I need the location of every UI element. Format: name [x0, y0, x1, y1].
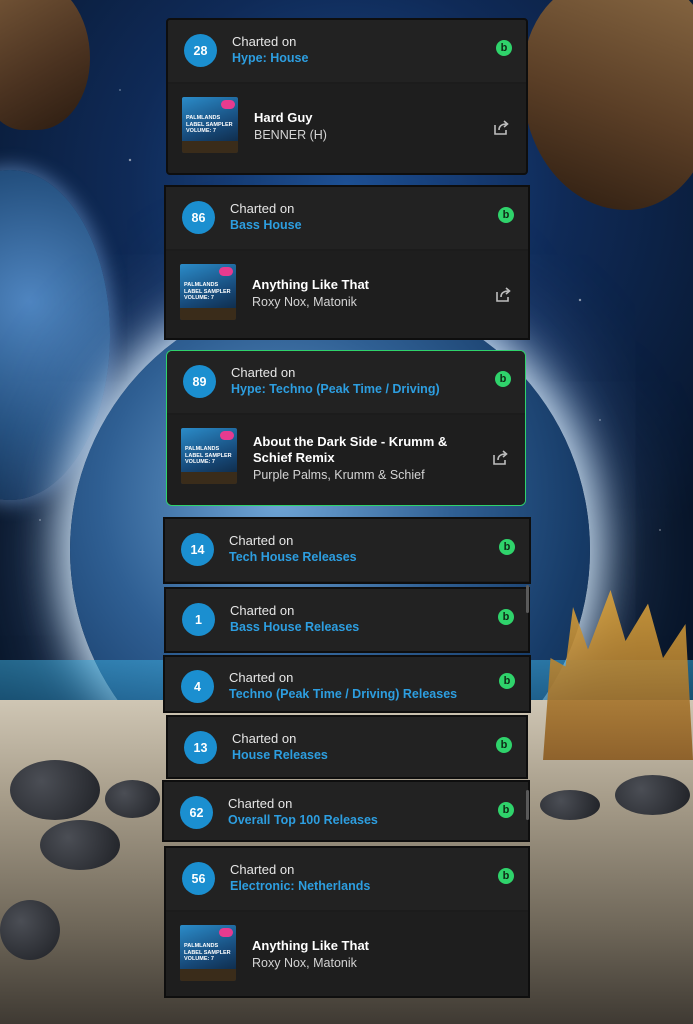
charted-on-label: Charted on	[229, 533, 294, 548]
track-artists[interactable]: BENNER (H)	[254, 128, 327, 142]
chart-card: 62 Charted on Overall Top 100 Releases b	[162, 780, 530, 842]
share-icon[interactable]	[491, 449, 509, 467]
rank-badge: 13	[184, 731, 217, 764]
beatport-icon[interactable]: b	[499, 673, 515, 689]
cover-art: PALMLANDS LABEL SAMPLER VOLUME: 7	[180, 925, 236, 981]
cover-art-strip	[181, 472, 237, 484]
chart-card: 13 Charted on House Releases b	[166, 715, 528, 779]
chart-card: 14 Charted on Tech House Releases b	[163, 517, 531, 584]
chart-name-link[interactable]: Bass House	[230, 218, 302, 232]
chart-row[interactable]: 4 Charted on Techno (Peak Time / Driving…	[165, 657, 529, 711]
cover-art-badge	[219, 928, 233, 937]
scrollbar[interactable]	[526, 585, 529, 613]
cover-art-text: PALMLANDS LABEL SAMPLER VOLUME: 7	[184, 943, 231, 962]
chart-entries-list: 28 Charted on Hype: House b PALMLANDS LA…	[0, 0, 693, 1024]
cover-art-badge	[220, 431, 234, 440]
track-artists[interactable]: Purple Palms, Krumm & Schief	[253, 468, 425, 482]
track-title[interactable]: Anything Like That	[252, 277, 452, 293]
track-title[interactable]: Anything Like That	[252, 938, 452, 954]
share-icon[interactable]	[492, 119, 510, 137]
scrollbar[interactable]	[526, 790, 529, 820]
track-title[interactable]: About the Dark Side - Krumm & Schief Rem…	[253, 434, 453, 466]
chart-name-link[interactable]: Techno (Peak Time / Driving) Releases	[229, 687, 457, 701]
track-row[interactable]: PALMLANDS LABEL SAMPLER VOLUME: 7 Hard G…	[168, 84, 526, 173]
beatport-icon[interactable]: b	[498, 802, 514, 818]
chart-row[interactable]: 56 Charted on Electronic: Netherlands b	[166, 848, 528, 910]
chart-name-link[interactable]: Hype: Techno (Peak Time / Driving)	[231, 382, 440, 396]
rank-badge: 14	[181, 533, 214, 566]
cover-art-badge	[221, 100, 235, 109]
beatport-icon[interactable]: b	[498, 207, 514, 223]
cover-art-text: PALMLANDS LABEL SAMPLER VOLUME: 7	[184, 282, 231, 301]
chart-row[interactable]: 13 Charted on House Releases b	[168, 717, 526, 777]
track-artists[interactable]: Roxy Nox, Matonik	[252, 956, 357, 970]
chart-name-link[interactable]: Tech House Releases	[229, 550, 357, 564]
cover-art-badge	[219, 267, 233, 276]
charted-on-label: Charted on	[230, 603, 295, 618]
beatport-icon[interactable]: b	[496, 737, 512, 753]
beatport-icon[interactable]: b	[495, 371, 511, 387]
cover-art: PALMLANDS LABEL SAMPLER VOLUME: 7	[181, 428, 237, 484]
chart-row[interactable]: 89 Charted on Hype: Techno (Peak Time / …	[167, 351, 525, 413]
charted-on-label: Charted on	[229, 670, 294, 685]
cover-art: PALMLANDS LABEL SAMPLER VOLUME: 7	[182, 97, 238, 153]
chart-card-highlighted: 89 Charted on Hype: Techno (Peak Time / …	[166, 350, 526, 506]
chart-row[interactable]: 28 Charted on Hype: House b	[168, 20, 526, 82]
track-artists[interactable]: Roxy Nox, Matonik	[252, 295, 357, 309]
beatport-icon[interactable]: b	[499, 539, 515, 555]
cover-art-strip	[182, 141, 238, 153]
chart-name-link[interactable]: Electronic: Netherlands	[230, 879, 370, 893]
charted-on-label: Charted on	[228, 796, 293, 811]
rank-badge: 89	[183, 365, 216, 398]
chart-row[interactable]: 1 Charted on Bass House Releases b	[166, 589, 528, 651]
cover-art: PALMLANDS LABEL SAMPLER VOLUME: 7	[180, 264, 236, 320]
chart-row[interactable]: 86 Charted on Bass House b	[166, 187, 528, 249]
chart-card: 4 Charted on Techno (Peak Time / Driving…	[163, 655, 531, 713]
rank-badge: 1	[182, 603, 215, 636]
track-row[interactable]: PALMLANDS LABEL SAMPLER VOLUME: 7 Anythi…	[166, 251, 528, 338]
chart-name-link[interactable]: Overall Top 100 Releases	[228, 813, 378, 827]
chart-card: 1 Charted on Bass House Releases b	[164, 587, 530, 653]
beatport-icon[interactable]: b	[498, 868, 514, 884]
charted-on-label: Charted on	[232, 34, 297, 49]
rank-badge: 28	[184, 34, 217, 67]
charted-on-label: Charted on	[230, 201, 295, 216]
cover-art-text: PALMLANDS LABEL SAMPLER VOLUME: 7	[185, 446, 232, 465]
chart-name-link[interactable]: Hype: House	[232, 51, 308, 65]
chart-row[interactable]: 14 Charted on Tech House Releases b	[165, 519, 529, 581]
chart-card: 86 Charted on Bass House b PALMLANDS LAB…	[164, 185, 530, 340]
beatport-icon[interactable]: b	[498, 609, 514, 625]
chart-name-link[interactable]: Bass House Releases	[230, 620, 359, 634]
share-icon[interactable]	[494, 286, 512, 304]
chart-name-link[interactable]: House Releases	[232, 748, 328, 762]
rank-badge: 86	[182, 201, 215, 234]
charted-on-label: Charted on	[230, 862, 295, 877]
charted-on-label: Charted on	[232, 731, 297, 746]
chart-card: 56 Charted on Electronic: Netherlands b …	[164, 846, 530, 998]
chart-card: 28 Charted on Hype: House b PALMLANDS LA…	[166, 18, 528, 175]
cover-art-text: PALMLANDS LABEL SAMPLER VOLUME: 7	[186, 115, 233, 134]
beatport-icon[interactable]: b	[496, 40, 512, 56]
rank-badge: 62	[180, 796, 213, 829]
track-title[interactable]: Hard Guy	[254, 110, 454, 126]
rank-badge: 56	[182, 862, 215, 895]
rank-badge: 4	[181, 670, 214, 703]
track-row[interactable]: PALMLANDS LABEL SAMPLER VOLUME: 7 Anythi…	[166, 912, 528, 996]
charted-on-label: Charted on	[231, 365, 296, 380]
chart-row[interactable]: 62 Charted on Overall Top 100 Releases b	[164, 782, 528, 840]
cover-art-strip	[180, 308, 236, 320]
cover-art-strip	[180, 969, 236, 981]
track-row[interactable]: PALMLANDS LABEL SAMPLER VOLUME: 7 About …	[167, 415, 525, 505]
